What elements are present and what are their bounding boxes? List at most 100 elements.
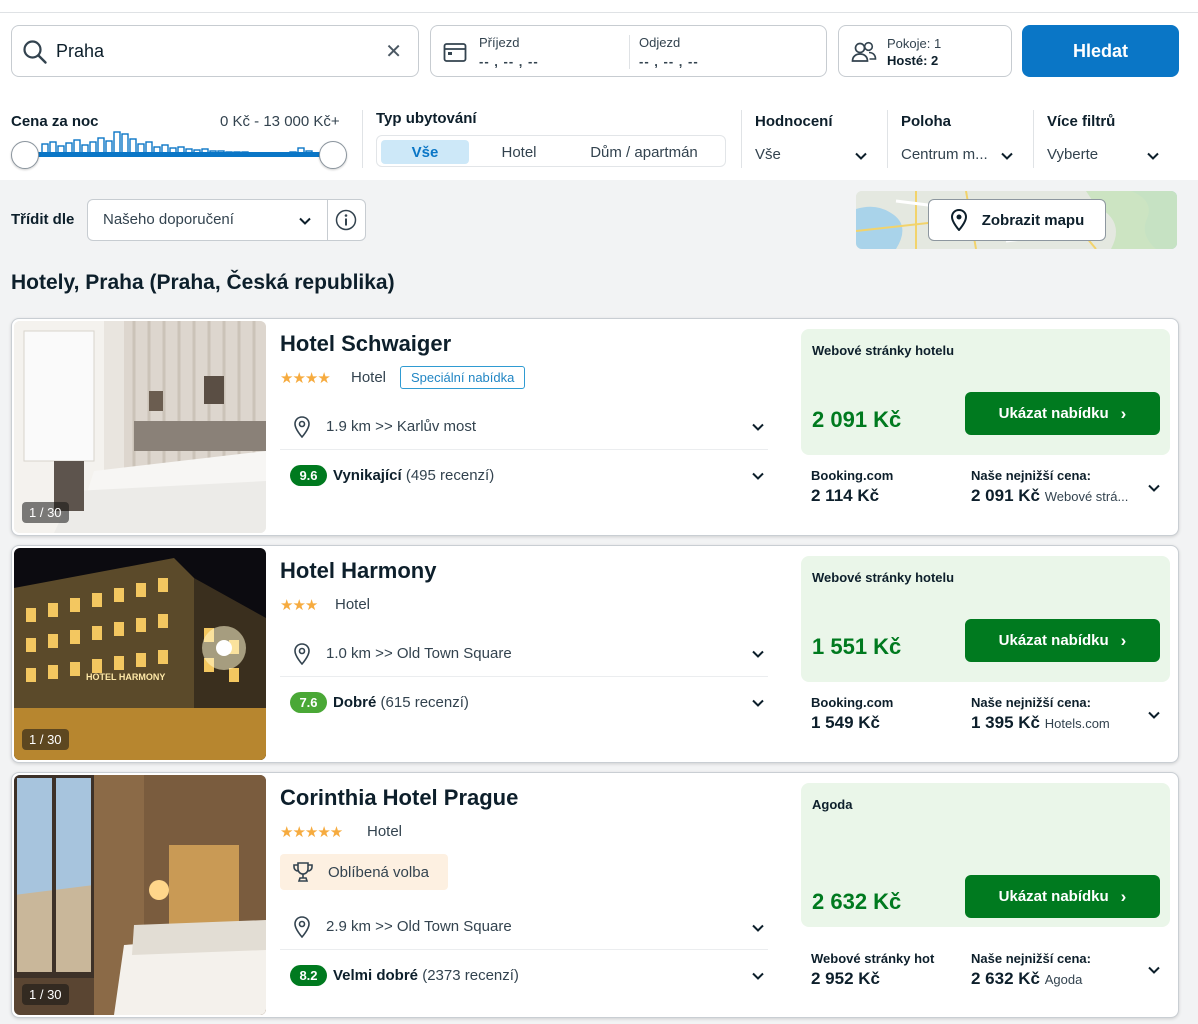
alt-offer-price[interactable]: 2 952 Kč — [811, 969, 880, 989]
search-header: Praha ✕ Příjezd -- , -- , -- Odjezd -- ,… — [0, 0, 1198, 180]
popular-choice-badge: Oblíbená volba — [280, 854, 448, 890]
more-filters-label: Více filtrů — [1047, 113, 1116, 130]
hotel-type: Hotel — [367, 823, 403, 840]
lowest-price-source: Hotels.com — [1044, 716, 1110, 731]
price-min-handle[interactable] — [11, 141, 39, 169]
chevron-down-icon[interactable] — [751, 921, 765, 935]
sort-label: Třídit dle — [11, 211, 75, 228]
hotel-photo[interactable]: HOTEL HARMONY 1 / 30 — [14, 548, 266, 760]
destination-value[interactable]: Praha — [56, 41, 104, 62]
hotel-card[interactable]: 1 / 30 Hotel Schwaiger ★★★★ Hotel Speciá… — [11, 318, 1179, 536]
sort-dropdown[interactable]: Našeho doporučení — [87, 199, 366, 241]
alt-offer-source[interactable]: Booking.com — [811, 468, 893, 483]
divider — [0, 12, 1198, 13]
offer-price: 2 632 Kč — [812, 889, 902, 914]
trophy-icon — [293, 862, 313, 882]
rating-text[interactable]: Vynikající (495 recenzí) — [333, 467, 494, 484]
hotel-name[interactable]: Corinthia Hotel Prague — [280, 785, 518, 811]
hotel-card[interactable]: 1 / 30 Corinthia Hotel Prague ★★★★★ Hote… — [11, 772, 1179, 1018]
show-map-button[interactable]: Zobrazit mapu — [928, 199, 1106, 241]
offer-source: Webové stránky hotelu — [812, 343, 955, 358]
info-icon[interactable] — [335, 209, 357, 231]
special-offer-badge: Speciální nabídka — [400, 366, 526, 389]
hotel-type: Hotel — [351, 369, 387, 386]
guests-picker[interactable]: Pokoje: 1 Hosté: 2 — [838, 25, 1012, 77]
chevron-down-icon[interactable] — [751, 647, 765, 661]
best-offer-panel: Agoda 2 632 Kč Ukázat nabídku › — [801, 783, 1170, 927]
lowest-price-value: 1 395 Kč — [971, 713, 1040, 732]
lowest-price-value: 2 632 Kč — [971, 969, 1040, 988]
lowest-price[interactable]: 2 091 Kč Webové strá... — [971, 486, 1128, 506]
lowest-price[interactable]: 2 632 Kč Agoda — [971, 969, 1082, 989]
destination-field[interactable]: Praha ✕ — [11, 25, 419, 77]
hotel-sign: HOTEL HARMONY — [86, 672, 165, 682]
alt-offer-price[interactable]: 1 549 Kč — [811, 713, 880, 733]
more-filters-dropdown[interactable]: Vyberte — [1047, 146, 1098, 163]
guests-label: Hosté: 2 — [887, 53, 939, 68]
lowest-price-label: Naše nejnižší cena: — [971, 468, 1091, 483]
price-range-value: 0 Kč - 13 000 Kč+ — [220, 113, 340, 130]
type-option-apartment[interactable]: Dům / apartmán — [569, 140, 719, 164]
location-dropdown[interactable]: Centrum m... — [901, 146, 988, 163]
chevron-down-icon[interactable] — [751, 420, 765, 434]
offer-source: Webové stránky hotelu — [812, 570, 955, 585]
star-rating: ★★★★★ — [280, 824, 343, 841]
best-offer-panel: Webové stránky hotelu 2 091 Kč Ukázat na… — [801, 329, 1170, 455]
chevron-down-icon[interactable] — [751, 969, 765, 983]
clear-icon[interactable]: ✕ — [385, 39, 402, 64]
hotel-name[interactable]: Hotel Harmony — [280, 558, 436, 584]
chevron-down-icon[interactable] — [1146, 149, 1160, 163]
divider — [362, 110, 363, 168]
checkin-value[interactable]: -- , -- , -- — [479, 54, 539, 69]
type-segmented-control: Vše Hotel Dům / apartmán — [376, 135, 726, 167]
hotel-type: Hotel — [335, 596, 371, 613]
type-option-hotel[interactable]: Hotel — [473, 140, 565, 164]
hotel-name[interactable]: Hotel Schwaiger — [280, 331, 451, 357]
price-filter-label: Cena za noc — [11, 113, 99, 130]
divider — [280, 949, 768, 950]
popular-choice-label: Oblíbená volba — [328, 864, 429, 881]
price-max-handle[interactable] — [319, 141, 347, 169]
chevron-down-icon[interactable] — [751, 696, 765, 710]
rating-text[interactable]: Dobré (615 recenzí) — [333, 694, 469, 711]
show-deal-button[interactable]: Ukázat nabídku › — [965, 619, 1160, 662]
hotel-photo[interactable]: 1 / 30 — [14, 321, 266, 533]
chevron-right-icon: › — [1120, 886, 1127, 906]
show-deal-button[interactable]: Ukázat nabídku › — [965, 875, 1160, 918]
divider — [280, 676, 768, 677]
checkout-value[interactable]: -- , -- , -- — [639, 54, 699, 69]
alt-offer-price[interactable]: 2 114 Kč — [811, 486, 879, 506]
lowest-price[interactable]: 1 395 Kč Hotels.com — [971, 713, 1110, 733]
type-filter-label: Typ ubytování — [376, 110, 477, 127]
date-picker[interactable]: Příjezd -- , -- , -- Odjezd -- , -- , -- — [430, 25, 827, 77]
alt-offer-source[interactable]: Booking.com — [811, 695, 893, 710]
review-count: (495 recenzí) — [405, 467, 495, 484]
alt-offer-source[interactable]: Webové stránky hot — [811, 951, 934, 966]
checkout-label: Odjezd — [639, 35, 681, 50]
type-option-all[interactable]: Vše — [381, 140, 469, 164]
rating-word: Vynikající — [333, 467, 402, 484]
rating-filter-label: Hodnocení — [755, 113, 833, 130]
chevron-down-icon[interactable] — [854, 149, 868, 163]
show-deal-button[interactable]: Ukázat nabídku › — [965, 392, 1160, 435]
rating-dropdown[interactable]: Vše — [755, 146, 781, 163]
sort-value[interactable]: Našeho doporučení — [103, 211, 234, 228]
lowest-price-source: Webové strá... — [1044, 489, 1129, 504]
search-button[interactable]: Hledat — [1022, 25, 1179, 77]
lowest-price-source: Agoda — [1044, 972, 1083, 987]
hotel-photo[interactable]: 1 / 30 — [14, 775, 266, 1015]
guests-icon — [851, 41, 877, 62]
chevron-down-icon[interactable] — [751, 469, 765, 483]
chevron-down-icon[interactable] — [1000, 149, 1014, 163]
calendar-icon — [443, 43, 467, 62]
offer-price: 2 091 Kč — [812, 407, 902, 432]
chevron-down-icon[interactable] — [1147, 708, 1161, 722]
hotel-card[interactable]: HOTEL HARMONY 1 / 30 Hotel Harmony ★★★ H… — [11, 545, 1179, 763]
chevron-down-icon[interactable] — [1147, 481, 1161, 495]
price-slider-track[interactable] — [25, 152, 333, 157]
chevron-down-icon[interactable] — [298, 214, 312, 228]
rating-badge: 7.6 — [290, 692, 327, 713]
distance-text: 2.9 km >> Old Town Square — [326, 918, 512, 935]
chevron-down-icon[interactable] — [1147, 963, 1161, 977]
rating-text[interactable]: Velmi dobré (2373 recenzí) — [333, 967, 519, 984]
